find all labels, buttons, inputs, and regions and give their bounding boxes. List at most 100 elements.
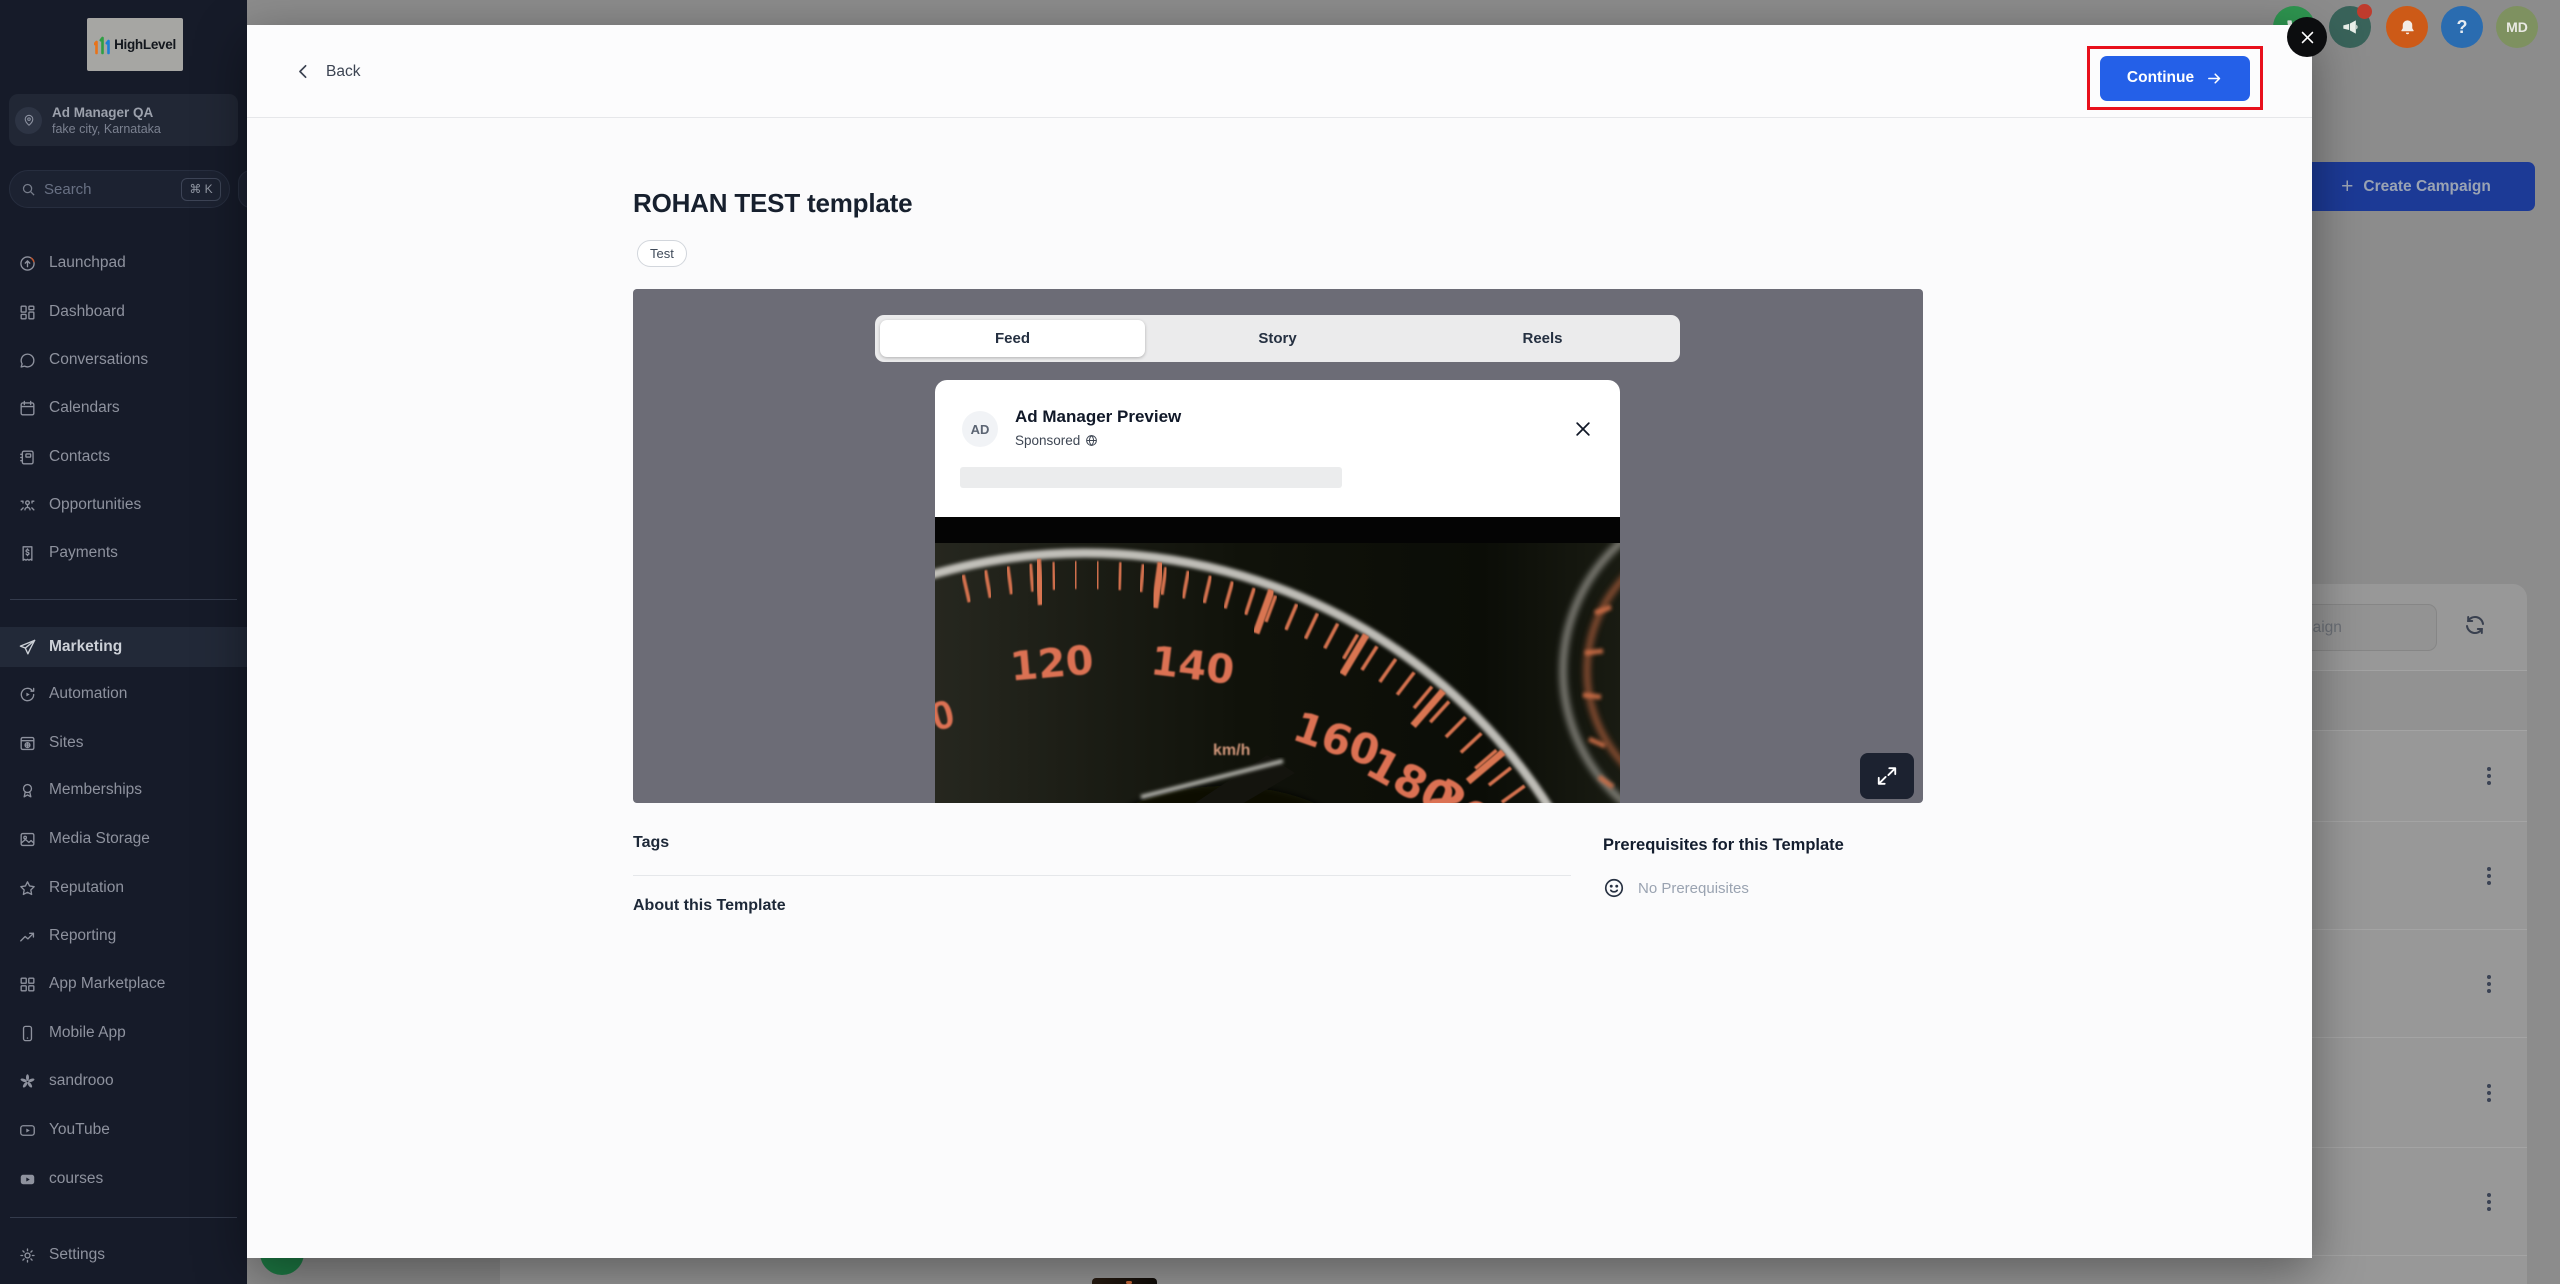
- sidebar-item-reputation[interactable]: Reputation: [0, 868, 247, 908]
- media-icon: [18, 830, 37, 849]
- modal-header: Back Continue: [247, 25, 2312, 118]
- back-button[interactable]: Back: [295, 25, 360, 118]
- expand-icon: [1876, 765, 1898, 787]
- prerequisites-empty-row: No Prerequisites: [1603, 877, 1749, 899]
- sidebar-item-sites[interactable]: Sites: [0, 723, 247, 763]
- settings-icon: [18, 1246, 37, 1265]
- whats-new-megaphone-icon[interactable]: [2329, 6, 2371, 48]
- sidebar-item-label: Mobile App: [49, 1024, 126, 1042]
- sidebar-item-automation[interactable]: Automation: [0, 674, 247, 714]
- sidebar-item-label: Media Storage: [49, 830, 150, 848]
- marketplace-icon: [18, 975, 37, 994]
- sidebar-item-mobile-app[interactable]: Mobile App: [0, 1013, 247, 1053]
- sidebar-item-sandrooo[interactable]: sandrooo: [0, 1061, 247, 1101]
- template-title: ROHAN TEST template: [633, 188, 912, 219]
- sidebar-item-courses[interactable]: courses: [0, 1159, 247, 1199]
- sidebar-item-label: YouTube: [49, 1121, 110, 1139]
- row-kebab-menu-icon[interactable]: [2483, 971, 2495, 997]
- close-icon: [2299, 29, 2316, 46]
- ad-text-skeleton: [960, 467, 1342, 488]
- row-kebab-menu-icon[interactable]: [2483, 763, 2495, 789]
- sidebar-item-app-marketplace[interactable]: App Marketplace: [0, 964, 247, 1004]
- sidebar-item-label: Automation: [49, 685, 127, 703]
- chat-icon: [18, 351, 37, 370]
- sidebar-search-input[interactable]: Search ⌘ K: [9, 170, 230, 208]
- courses-icon: [18, 1170, 37, 1189]
- sites-icon: [18, 734, 37, 753]
- tab-feed[interactable]: Feed: [880, 320, 1145, 357]
- automation-icon: [18, 685, 37, 704]
- create-campaign-label: Create Campaign: [2363, 178, 2490, 196]
- sidebar-item-youtube[interactable]: YouTube: [0, 1110, 247, 1150]
- user-avatar[interactable]: MD: [2496, 6, 2538, 48]
- sidebar-item-label: App Marketplace: [49, 975, 165, 993]
- continue-button[interactable]: Continue: [2100, 56, 2250, 101]
- yelp-icon: [18, 1072, 37, 1091]
- template-preview-modal: Back Continue ROHAN TEST template Test F…: [247, 25, 2312, 1258]
- modal-close-button[interactable]: [2287, 17, 2327, 57]
- sidebar-item-label: Opportunities: [49, 496, 141, 514]
- smiley-icon: [1603, 877, 1625, 899]
- sidebar-item-marketing[interactable]: Marketing: [0, 627, 247, 667]
- location-pin-icon: [15, 107, 42, 134]
- calendar-icon: [18, 399, 37, 418]
- ad-close-icon[interactable]: [1573, 419, 1593, 439]
- account-name: Ad Manager QA: [52, 105, 161, 120]
- help-icon[interactable]: ?: [2441, 6, 2483, 48]
- sidebar-item-label: Dashboard: [49, 303, 125, 321]
- row-kebab-menu-icon[interactable]: [2483, 1189, 2495, 1215]
- sidebar-item-settings[interactable]: Settings: [0, 1235, 247, 1275]
- screen: HighLevel Ad Manager QA fake city, Karna…: [0, 0, 2560, 1284]
- sidebar-item-contacts[interactable]: Contacts: [0, 437, 247, 477]
- ad-preview-panel: FeedStoryReels AD Ad Manager Preview Spo…: [633, 289, 1923, 803]
- mobile-icon: [18, 1024, 37, 1043]
- sponsored-label: Sponsored: [1015, 433, 1080, 448]
- speedo-unit: km/h: [1213, 742, 1250, 759]
- account-switcher[interactable]: Ad Manager QA fake city, Karnataka: [9, 94, 238, 146]
- campaign-thumbnail: [1092, 1278, 1157, 1284]
- sidebar-item-label: Conversations: [49, 351, 148, 369]
- search-placeholder: Search: [44, 181, 181, 198]
- ad-card-title: Ad Manager Preview: [1015, 407, 1181, 427]
- highlevel-arrows-icon: [94, 35, 111, 55]
- sidebar-item-media-storage[interactable]: Media Storage: [0, 819, 247, 859]
- sidebar-item-conversations[interactable]: Conversations: [0, 340, 247, 380]
- avatar-initials: MD: [2506, 19, 2528, 35]
- notification-dot: [2357, 4, 2372, 19]
- sidebar-item-label: sandrooo: [49, 1072, 114, 1090]
- no-prerequisites-label: No Prerequisites: [1638, 880, 1749, 897]
- account-location: fake city, Karnataka: [52, 122, 161, 136]
- contacts-icon: [18, 448, 37, 467]
- speedo-number: 120: [1008, 637, 1095, 690]
- marketing-icon: [18, 638, 37, 657]
- sidebar-item-reporting[interactable]: Reporting: [0, 916, 247, 956]
- launchpad-icon: [18, 254, 37, 273]
- tab-reels[interactable]: Reels: [1410, 320, 1675, 357]
- sidebar-item-label: Marketing: [49, 638, 122, 656]
- sidebar-item-label: Reputation: [49, 879, 124, 897]
- sidebar-item-memberships[interactable]: Memberships: [0, 770, 247, 810]
- search-shortcut-badge: ⌘ K: [181, 178, 221, 201]
- row-kebab-menu-icon[interactable]: [2483, 863, 2495, 889]
- sidebar-item-opportunities[interactable]: Opportunities: [0, 485, 247, 525]
- sidebar-item-dashboard[interactable]: Dashboard: [0, 292, 247, 332]
- sidebar-item-label: Reporting: [49, 927, 116, 945]
- sidebar-item-launchpad[interactable]: Launchpad: [0, 243, 247, 283]
- sidebar-item-label: Contacts: [49, 448, 110, 466]
- dashboard-icon: [18, 303, 37, 322]
- sidebar-item-payments[interactable]: Payments: [0, 533, 247, 573]
- tab-story[interactable]: Story: [1145, 320, 1410, 357]
- back-label: Back: [326, 63, 360, 81]
- create-campaign-button[interactable]: + Create Campaign: [2297, 162, 2535, 211]
- highlevel-logo: HighLevel: [87, 18, 183, 71]
- reputation-icon: [18, 879, 37, 898]
- youtube-icon: [18, 1121, 37, 1140]
- sidebar-item-label: Memberships: [49, 781, 142, 799]
- sidebar-item-label: Payments: [49, 544, 118, 562]
- expand-preview-button[interactable]: [1860, 753, 1914, 799]
- notifications-bell-icon[interactable]: [2386, 6, 2428, 48]
- sidebar-item-calendars[interactable]: Calendars: [0, 388, 247, 428]
- refresh-icon[interactable]: [2463, 613, 2487, 642]
- globe-icon: [1085, 434, 1098, 447]
- row-kebab-menu-icon[interactable]: [2483, 1080, 2495, 1106]
